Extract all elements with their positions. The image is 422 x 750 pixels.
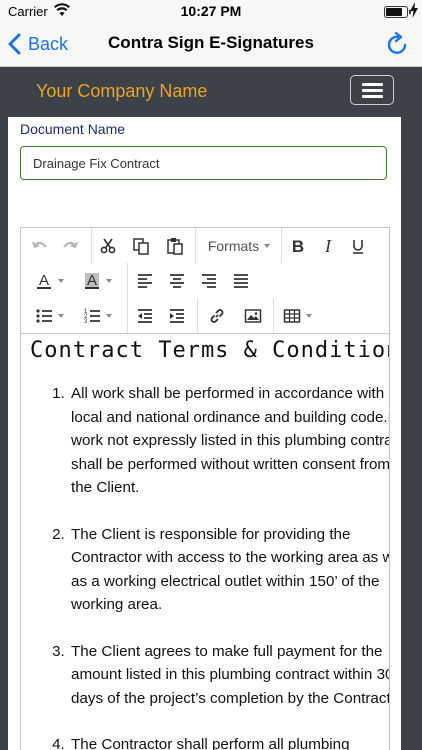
image-icon — [244, 308, 262, 323]
align-right-icon — [202, 273, 216, 288]
document-name-input[interactable] — [20, 146, 387, 180]
wifi-icon — [54, 3, 70, 16]
copy-icon — [133, 237, 149, 255]
bold-icon: B — [292, 237, 304, 255]
refresh-icon[interactable] — [384, 31, 410, 57]
undo-button[interactable] — [27, 232, 53, 259]
toolbar-separator — [127, 298, 128, 333]
bullet-list-button[interactable] — [27, 302, 71, 329]
editor-content-area[interactable]: Contract Terms & Conditions All work sha… — [21, 334, 389, 750]
list-item: The Contractor shall perform all plumbin… — [69, 733, 389, 750]
main-content: Document Name Drainage Fix Contract Form… — [8, 117, 401, 750]
formats-label: Formats — [207, 237, 260, 254]
svg-text:A: A — [38, 272, 48, 289]
chevron-down-icon — [105, 313, 112, 318]
paste-button[interactable] — [161, 232, 189, 259]
list-item: The Client is responsible for providing … — [69, 523, 389, 617]
chevron-down-icon — [305, 313, 312, 318]
align-right-button[interactable] — [195, 267, 223, 294]
list-item: All work shall be performed in accordanc… — [69, 382, 389, 500]
copy-button[interactable] — [127, 232, 155, 259]
svg-text:A: A — [86, 272, 96, 289]
terms-list: All work shall be performed in accordanc… — [39, 382, 389, 750]
company-name[interactable]: Your Company Name — [36, 81, 207, 102]
toolbar-row-1: Formats B I — [21, 228, 389, 263]
image-button[interactable] — [239, 302, 267, 329]
list-item: The Client agrees to make full payment f… — [69, 640, 389, 711]
align-justify-icon — [234, 273, 248, 288]
cut-icon — [100, 238, 116, 253]
menu-icon-bar — [362, 89, 383, 92]
table-icon — [283, 308, 300, 323]
battery-icon — [384, 6, 411, 18]
carrier-label: Carrier — [8, 4, 48, 19]
underline-button[interactable] — [345, 232, 371, 259]
table-button[interactable] — [277, 302, 317, 329]
toolbar-row-2: A A — [21, 263, 389, 298]
redo-button[interactable] — [57, 232, 83, 259]
left-gutter — [0, 117, 8, 750]
charging-icon — [410, 2, 418, 18]
svg-text:I: I — [324, 237, 332, 255]
redo-icon — [63, 241, 78, 248]
svg-text:B: B — [292, 237, 304, 255]
outdent-button[interactable] — [131, 302, 159, 329]
outdent-icon — [138, 308, 152, 323]
back-button[interactable]: Back — [8, 31, 68, 57]
text-color-button[interactable]: A — [27, 267, 71, 294]
align-left-icon — [138, 273, 152, 288]
formats-dropdown[interactable]: Formats — [201, 232, 277, 259]
align-center-icon — [170, 273, 184, 288]
hamburger-menu-button[interactable] — [350, 75, 394, 105]
toolbar-row-3: 123 — [21, 298, 389, 333]
underline-icon — [353, 239, 363, 254]
menu-icon-bar — [362, 95, 383, 98]
background-color-button[interactable]: A — [75, 267, 119, 294]
toolbar-separator — [91, 228, 92, 263]
right-gutter — [401, 117, 422, 750]
indent-button[interactable] — [163, 302, 191, 329]
navigation-bar: Back Contra Sign E-Signatures — [0, 22, 422, 67]
contract-heading: Contract Terms & Conditions — [30, 338, 389, 363]
numbered-list-icon: 123 — [84, 309, 100, 325]
background-color-icon: A — [84, 272, 99, 289]
link-button[interactable] — [203, 302, 231, 329]
paste-icon — [167, 237, 183, 255]
italic-button[interactable]: I — [315, 232, 341, 259]
toolbar-separator — [127, 263, 128, 298]
text-color-icon: A — [36, 272, 51, 289]
bullet-list-icon — [35, 308, 52, 323]
document-name-label: Document Name — [20, 121, 126, 137]
bold-button[interactable]: B — [285, 232, 311, 259]
link-icon — [210, 308, 224, 323]
back-label: Back — [28, 33, 69, 54]
align-left-button[interactable] — [131, 267, 159, 294]
toolbar-separator — [197, 298, 198, 333]
toolbar-separator — [281, 228, 282, 263]
toolbar-separator — [195, 228, 196, 263]
cut-button[interactable] — [93, 232, 123, 259]
align-center-button[interactable] — [163, 267, 191, 294]
editor-toolbar: Formats B I A A 1 2 3 — [21, 228, 389, 334]
align-justify-button[interactable] — [227, 267, 255, 294]
chevron-down-icon — [264, 243, 271, 248]
chevron-down-icon — [57, 278, 64, 283]
italic-icon: I — [324, 237, 332, 255]
toolbar-separator — [273, 298, 274, 333]
chevron-down-icon — [57, 313, 64, 318]
chevron-down-icon — [105, 278, 112, 283]
menu-icon — [362, 83, 383, 86]
chevron-left-icon — [8, 33, 21, 55]
numbered-list-button[interactable]: 123 — [75, 302, 119, 329]
rich-text-editor: Formats B I A A 1 2 3 Contract Terms & C… — [20, 227, 390, 750]
indent-icon — [170, 308, 184, 323]
undo-icon — [32, 241, 47, 248]
svg-text:3: 3 — [84, 319, 88, 325]
app-header: Your Company Name — [0, 67, 422, 117]
status-bar: Carrier 10:27 PM — [0, 0, 422, 22]
